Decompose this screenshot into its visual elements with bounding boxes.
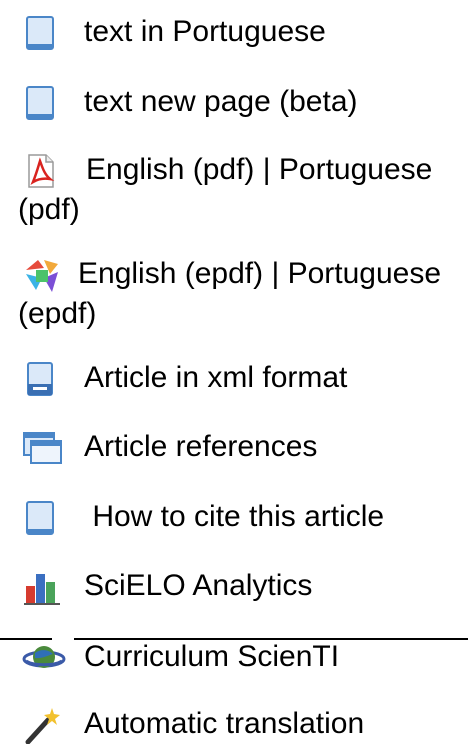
analytics-link[interactable]: SciELO Analytics bbox=[84, 569, 312, 602]
document-icon bbox=[18, 82, 62, 122]
curriculum-item[interactable]: Curriculum ScienTI bbox=[18, 637, 464, 677]
text-portuguese-link[interactable]: text in Portuguese bbox=[84, 15, 326, 48]
english-pdf-link[interactable]: English (pdf) bbox=[86, 153, 254, 186]
english-epdf-link[interactable]: English (epdf) bbox=[78, 257, 263, 290]
pdf-separator: | bbox=[254, 153, 279, 186]
pdf-icon bbox=[18, 150, 62, 190]
cite-link[interactable]: How to cite this article bbox=[84, 500, 384, 533]
document-icon bbox=[18, 12, 62, 52]
epdf-item: English (epdf) | Portuguese (epdf) bbox=[18, 254, 464, 334]
pdf-item: English (pdf) | Portuguese (pdf) bbox=[18, 150, 464, 230]
analytics-item[interactable]: SciELO Analytics bbox=[18, 566, 464, 606]
translation-link[interactable]: Automatic translation bbox=[84, 707, 364, 740]
curriculum-link[interactable]: Curriculum ScienTI bbox=[84, 640, 339, 673]
xml-link[interactable]: Article in xml format bbox=[84, 361, 347, 394]
references-link[interactable]: Article references bbox=[84, 430, 317, 463]
epdf-icon bbox=[18, 254, 60, 294]
bar-chart-icon bbox=[18, 566, 62, 606]
magic-wand-icon bbox=[18, 704, 62, 744]
translation-item[interactable]: Automatic translation bbox=[18, 704, 464, 744]
text-new-page-link[interactable]: text new page (beta) bbox=[84, 85, 358, 118]
references-item[interactable]: Article references bbox=[18, 427, 464, 467]
text-new-page-item[interactable]: text new page (beta) bbox=[18, 82, 464, 122]
xml-document-icon bbox=[18, 358, 62, 398]
epdf-separator: | bbox=[263, 257, 288, 290]
globe-icon bbox=[18, 637, 66, 677]
document-icon bbox=[18, 497, 62, 537]
windows-icon bbox=[18, 427, 62, 467]
cite-item[interactable]: How to cite this article bbox=[18, 497, 464, 537]
xml-item[interactable]: Article in xml format bbox=[18, 358, 464, 398]
text-portuguese-item[interactable]: text in Portuguese bbox=[18, 12, 464, 52]
